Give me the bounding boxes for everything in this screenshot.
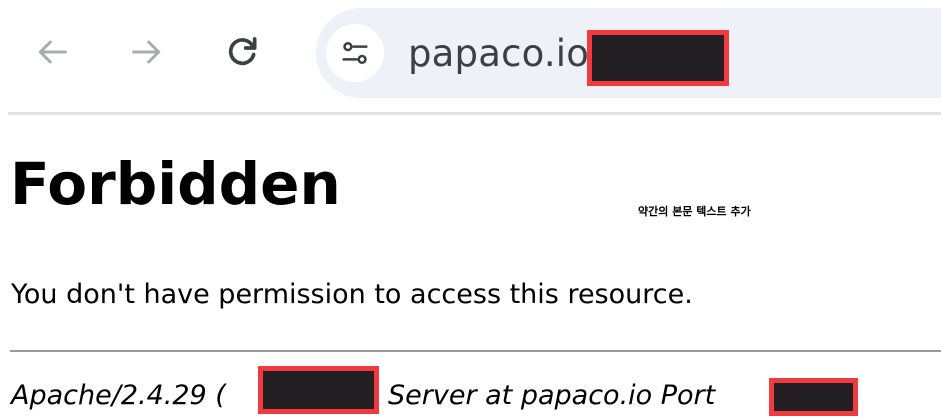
forward-button[interactable] (123, 28, 171, 76)
browser-window: papaco.io/ Forbidden 약간의 본문 텍스트 추가 You d… (0, 0, 941, 418)
redaction-box-port (769, 378, 858, 416)
back-button[interactable] (28, 28, 76, 76)
arrow-right-icon (132, 40, 161, 64)
redaction-box-url (587, 30, 729, 86)
page-heading: Forbidden (10, 150, 341, 218)
browser-toolbar: papaco.io/ (0, 0, 941, 112)
reload-icon (228, 37, 257, 66)
annotation-text: 약간의 본문 텍스트 추가 (638, 205, 751, 218)
toolbar-divider (8, 112, 941, 115)
url-text[interactable]: papaco.io/ (408, 30, 602, 78)
server-host-text: Server at papaco.io Port (388, 380, 716, 411)
error-message: You don't have permission to access this… (11, 279, 693, 310)
tune-icon (342, 41, 368, 65)
server-version-text: Apache/2.4.29 ( (11, 380, 226, 411)
horizontal-rule (10, 350, 941, 352)
arrow-left-icon (38, 40, 67, 64)
site-info-button[interactable] (326, 24, 384, 82)
redaction-box-server (258, 366, 379, 414)
reload-button[interactable] (218, 28, 266, 76)
